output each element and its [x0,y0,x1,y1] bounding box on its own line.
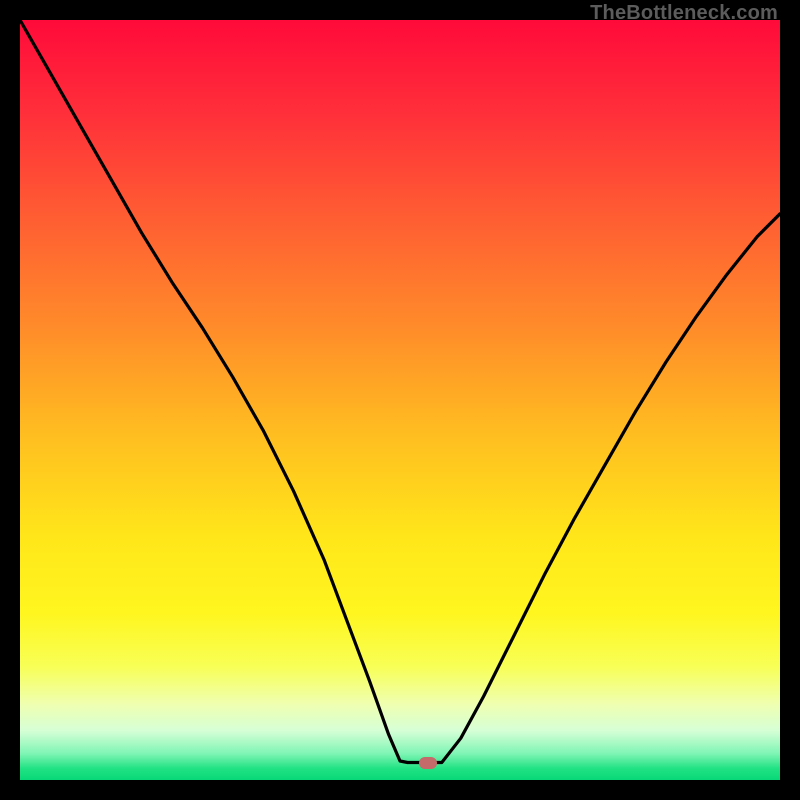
watermark-text: TheBottleneck.com [590,2,778,25]
minimum-marker [419,757,437,769]
bottleneck-curve [20,20,780,780]
chart-frame: TheBottleneck.com [0,0,800,800]
plot-area [20,20,780,780]
